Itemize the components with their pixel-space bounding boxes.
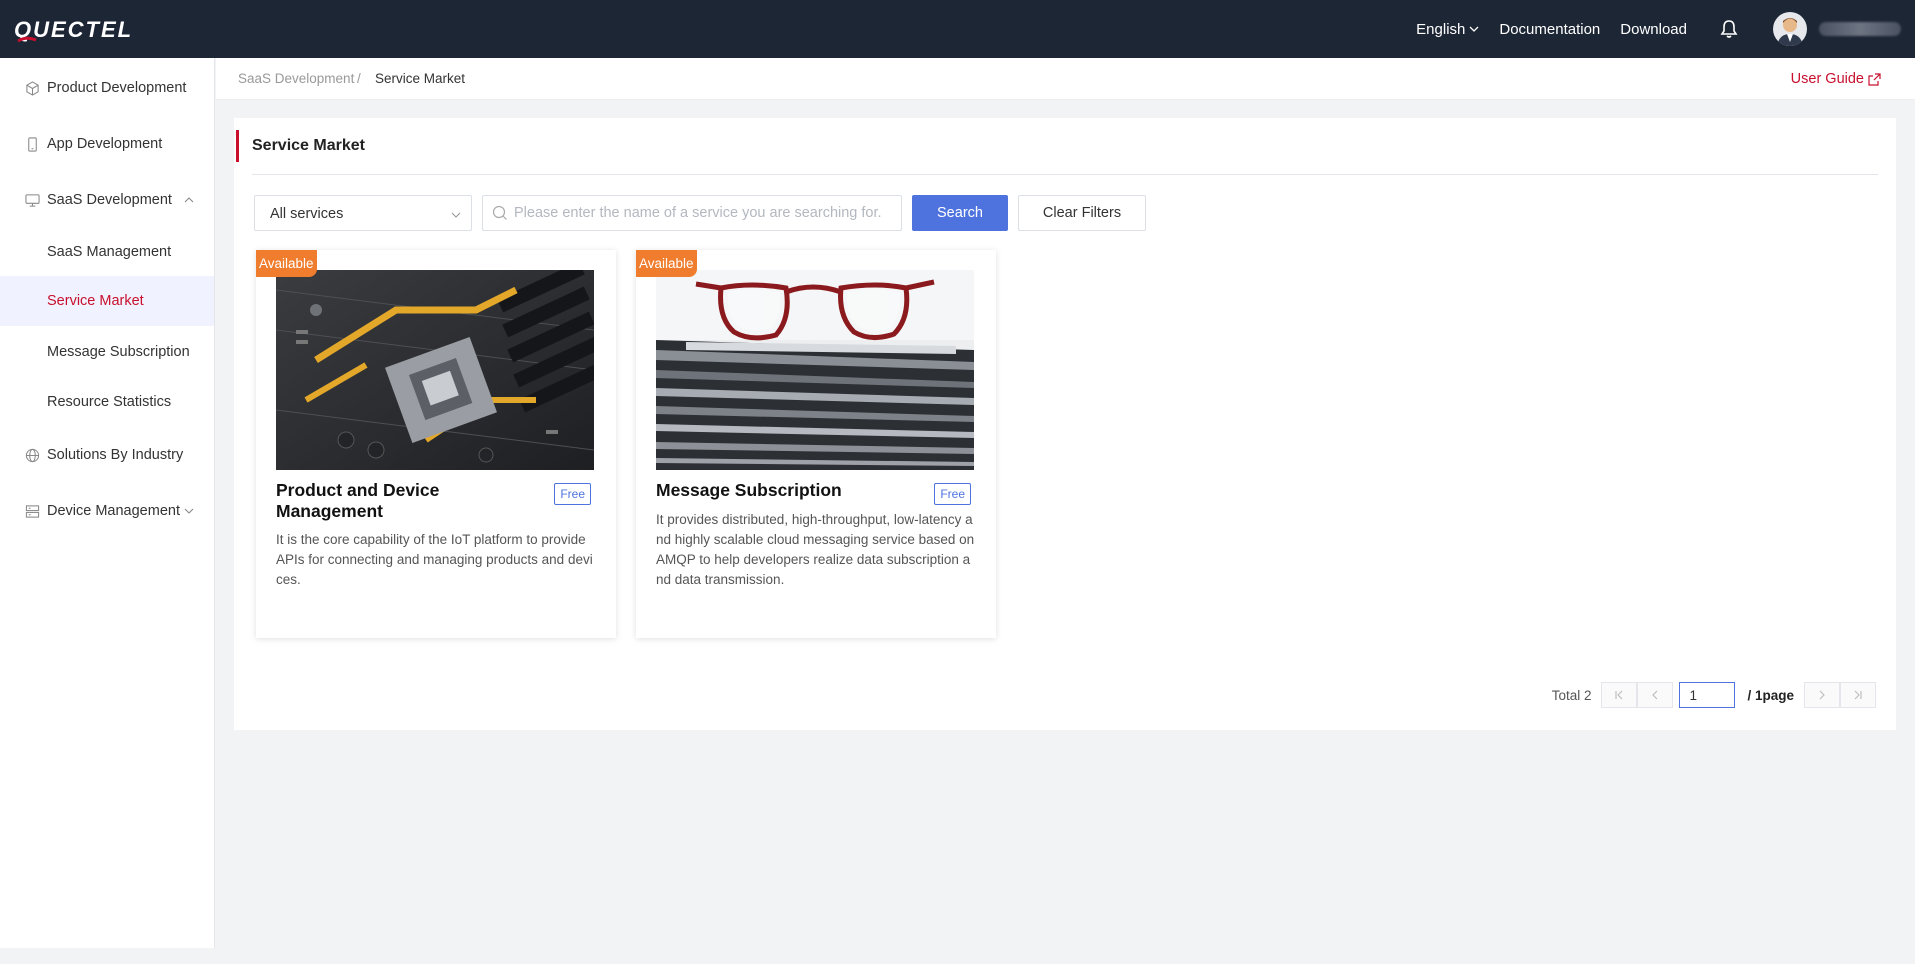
next-page-button[interactable] (1804, 682, 1840, 708)
page-total-label: / 1page (1747, 687, 1794, 703)
chevron-right-icon (1819, 690, 1825, 700)
user-guide-link[interactable]: User Guide (1791, 71, 1881, 87)
server-icon (24, 503, 40, 519)
search-input[interactable] (514, 205, 894, 221)
card-description: It provides distributed, high-throughput… (656, 512, 975, 587)
documentation-link[interactable]: Documentation (1499, 21, 1600, 38)
sidebar-item-saas-development[interactable]: SaaS Development (0, 184, 214, 216)
phone-icon (24, 136, 40, 152)
divider (252, 174, 1878, 175)
language-label: English (1416, 20, 1466, 38)
sidebar-item-label: Resource Statistics (47, 394, 172, 410)
globe-icon (24, 447, 40, 463)
card-title: Product and Device Management (276, 480, 440, 521)
chevron-down-icon (1469, 26, 1479, 32)
user-guide-label: User Guide (1790, 71, 1864, 87)
first-page-button[interactable] (1601, 682, 1638, 708)
external-link-icon (1868, 72, 1881, 86)
sidebar-item-label: Message Subscription (47, 344, 190, 360)
sidebar-item-service-market[interactable]: Service Market (0, 276, 214, 326)
cube-icon (24, 80, 40, 96)
breadcrumb: SaaS Development / Service Market User G… (216, 58, 1915, 100)
search-icon (492, 205, 507, 220)
service-card-message-subscription[interactable]: Available Message Subscription Free It p… (636, 250, 996, 638)
chevron-down-icon (184, 508, 194, 514)
sidebar-item-device-management[interactable]: Device Management (0, 495, 214, 527)
username-redacted[interactable] (1819, 22, 1901, 36)
circuit-board-image (276, 270, 594, 470)
sidebar-item-product-development[interactable]: Product Development (0, 72, 214, 104)
title-accent-bar (236, 130, 239, 162)
sidebar-item-label: SaaS Management (47, 244, 172, 260)
page-title: Service Market (252, 137, 365, 154)
sidebar-item-label: Solutions By Industry (47, 447, 184, 463)
select-value: All services (270, 206, 344, 222)
download-link[interactable]: Download (1620, 21, 1687, 38)
available-badge: Available (256, 250, 317, 277)
language-dropdown[interactable]: English (1416, 21, 1479, 38)
page-number-input[interactable]: 1 (1679, 682, 1736, 708)
prev-page-button[interactable] (1637, 682, 1674, 708)
notification-bell-icon[interactable] (1719, 19, 1739, 39)
card-title: Message Subscription (656, 480, 842, 500)
sidebar-item-label: SaaS Development (47, 192, 172, 208)
available-badge: Available (636, 250, 697, 277)
sidebar-item-resource-statistics[interactable]: Resource Statistics (0, 385, 214, 419)
free-tag: Free (554, 483, 591, 505)
avatar[interactable] (1773, 12, 1807, 46)
top-navbar: QUECTEL English Documentation Download (0, 0, 1915, 58)
quectel-logo[interactable]: QUECTEL (14, 14, 186, 44)
sidebar-item-label: Service Market (47, 293, 144, 309)
service-card-product-device-management[interactable]: Available Product and Device Management … (256, 250, 616, 638)
breadcrumb-parent[interactable]: SaaS Development (238, 71, 354, 86)
service-market-panel: Service Market All services Search Clear… (234, 118, 1896, 730)
pagination: Total 2 1 / 1page (1552, 682, 1876, 708)
search-field (482, 195, 902, 231)
sidebar-item-app-development[interactable]: App Development (0, 128, 214, 160)
chevron-down-icon (451, 212, 461, 218)
last-page-icon (1854, 690, 1862, 700)
sidebar-item-label: App Development (47, 136, 163, 152)
first-page-icon (1615, 690, 1623, 700)
newspapers-glasses-image (656, 270, 974, 470)
sidebar-item-saas-management[interactable]: SaaS Management (0, 235, 214, 269)
sidebar: Product Development App Development SaaS… (0, 58, 215, 948)
monitor-icon (24, 192, 40, 208)
sidebar-item-label: Product Development (47, 80, 187, 96)
free-tag: Free (934, 483, 971, 505)
clear-filters-button[interactable]: Clear Filters (1018, 195, 1146, 231)
breadcrumb-separator: / (357, 71, 361, 86)
service-type-select[interactable]: All services (254, 195, 472, 231)
breadcrumb-current: Service Market (375, 71, 466, 86)
sidebar-item-label: Device Management (47, 503, 180, 519)
search-button[interactable]: Search (912, 195, 1008, 231)
total-count: Total 2 (1551, 687, 1592, 703)
chevron-up-icon (184, 197, 194, 203)
last-page-button[interactable] (1840, 682, 1876, 708)
sidebar-item-message-subscription[interactable]: Message Subscription (0, 335, 214, 369)
sidebar-item-solutions-by-industry[interactable]: Solutions By Industry (0, 439, 214, 471)
card-description: It is the core capability of the IoT pla… (276, 532, 593, 587)
chevron-left-icon (1652, 690, 1658, 700)
